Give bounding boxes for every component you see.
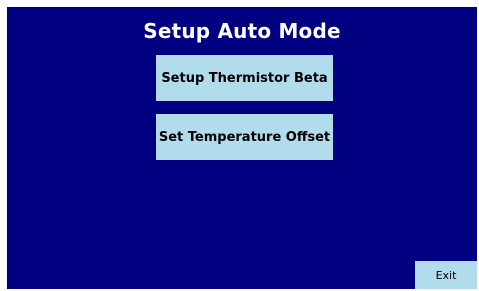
setup-thermistor-beta-button[interactable]: Setup Thermistor Beta xyxy=(156,55,333,101)
set-temperature-offset-button[interactable]: Set Temperature Offset xyxy=(156,114,333,160)
setup-auto-mode-screen: Setup Auto Mode Setup Thermistor Beta Se… xyxy=(7,7,477,289)
page-title: Setup Auto Mode xyxy=(143,19,341,43)
exit-button[interactable]: Exit xyxy=(415,261,477,289)
